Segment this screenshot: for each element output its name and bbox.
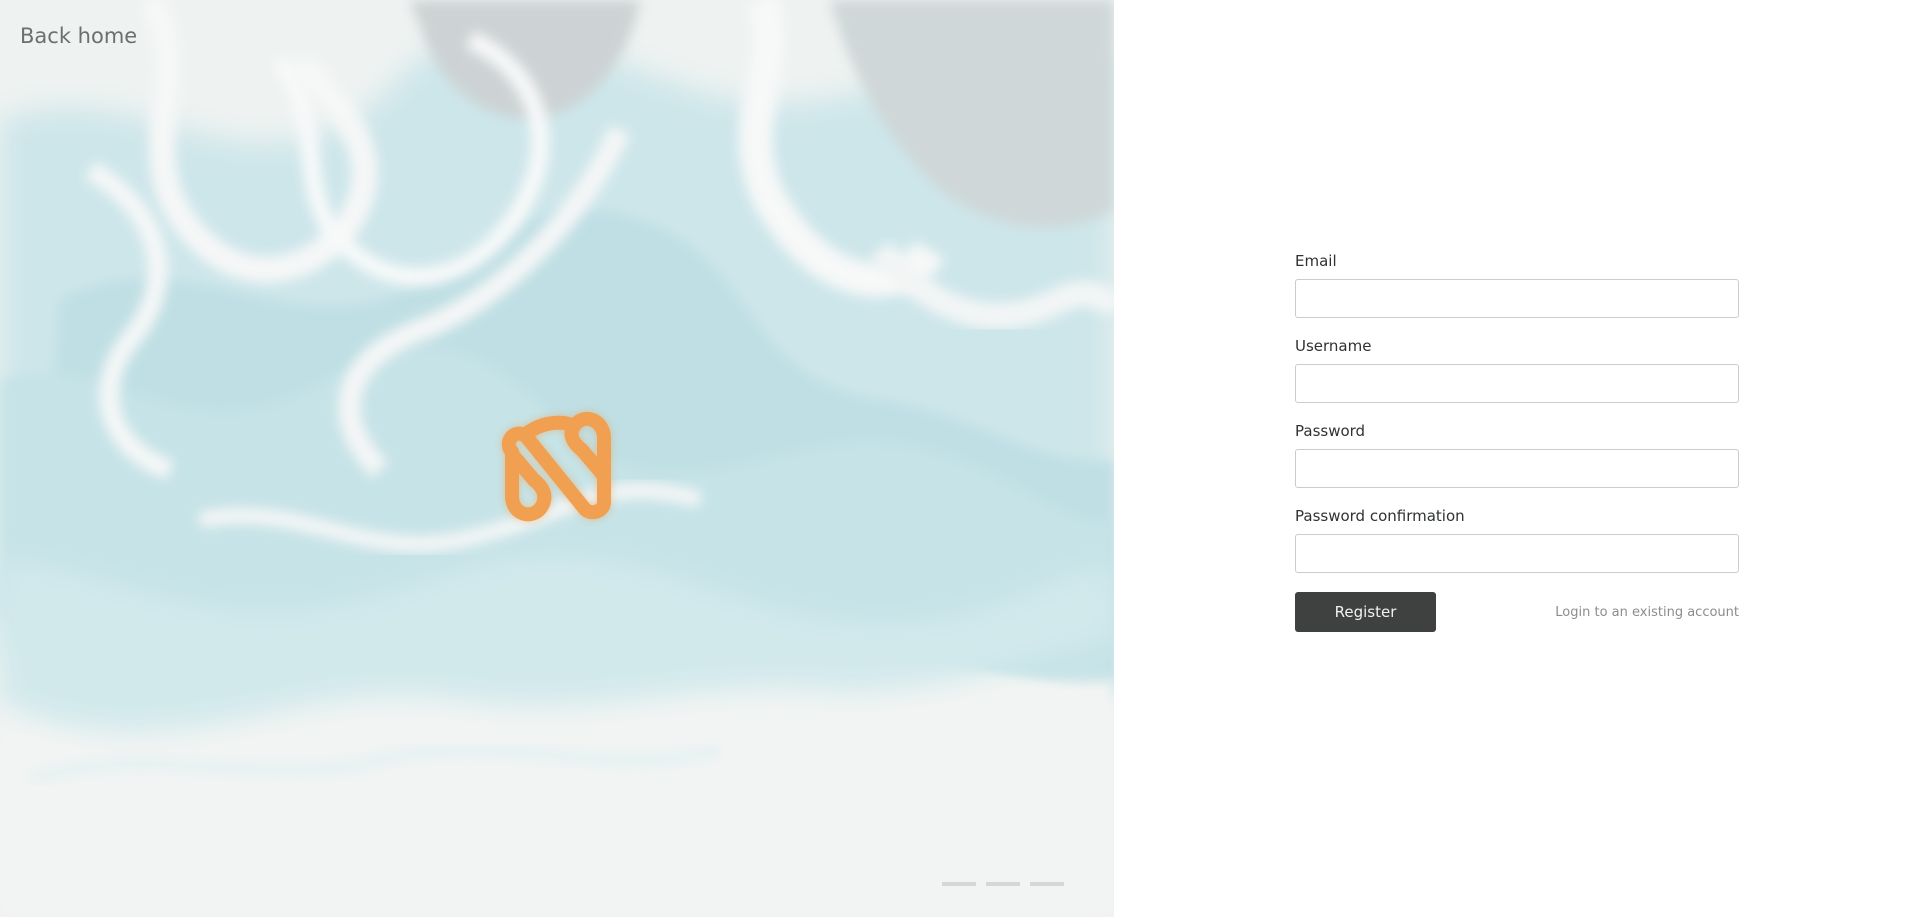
password-input[interactable] (1295, 449, 1739, 488)
hero-panel: Back home (0, 0, 1114, 917)
form-actions: Register Login to an existing account (1295, 592, 1739, 632)
slider-dot-1[interactable] (942, 882, 976, 886)
password-confirmation-input[interactable] (1295, 534, 1739, 573)
username-input[interactable] (1295, 364, 1739, 403)
email-field-group: Email (1295, 252, 1739, 318)
slider-dot-3[interactable] (1030, 882, 1064, 886)
password-field-group: Password (1295, 422, 1739, 488)
password-confirmation-label: Password confirmation (1295, 507, 1465, 525)
register-button[interactable]: Register (1295, 592, 1436, 632)
login-existing-account-link[interactable]: Login to an existing account (1555, 605, 1739, 620)
email-label: Email (1295, 252, 1337, 270)
email-input[interactable] (1295, 279, 1739, 318)
form-panel: Email Username Password Password confirm… (1114, 0, 1920, 917)
register-form: Email Username Password Password confirm… (1295, 252, 1739, 632)
slider-indicator (942, 882, 1064, 886)
username-field-group: Username (1295, 337, 1739, 403)
slider-dot-2[interactable] (986, 882, 1020, 886)
username-label: Username (1295, 337, 1372, 355)
password-confirmation-field-group: Password confirmation (1295, 507, 1739, 573)
register-page: Back home Email Username Password Passwo… (0, 0, 1920, 917)
back-home-link[interactable]: Back home (20, 24, 137, 48)
password-label: Password (1295, 422, 1366, 440)
brand-n-logo-icon (490, 392, 624, 530)
